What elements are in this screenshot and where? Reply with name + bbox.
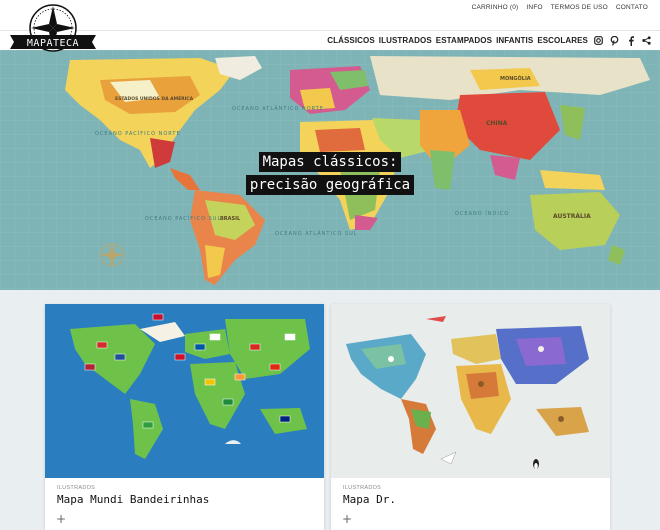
hero-banner[interactable]: OCEANO PACÍFICO NORTE OCEANO ATLÂNTICO N…: [0, 50, 660, 290]
contact-link[interactable]: CONTATO: [616, 4, 648, 11]
map-label: OCEANO ATLÂNTICO NORTE: [232, 105, 324, 112]
product-image[interactable]: [331, 304, 610, 478]
nav-estampados[interactable]: ESTAMPADOS: [436, 36, 492, 45]
product-category: ILUSTRADOS: [57, 485, 96, 491]
info-link[interactable]: INFO: [526, 4, 542, 11]
instagram-icon[interactable]: [593, 35, 604, 46]
hero-title: Mapas clássicos: precisão geográfica: [0, 152, 660, 198]
hero-title-line1: Mapas clássicos:: [258, 152, 402, 172]
product-name[interactable]: Mapa Mundi Bandeirinhas: [57, 493, 209, 506]
mapateca-logo[interactable]: MAPATECA: [6, 2, 100, 66]
logo-text: MAPATECA: [27, 38, 79, 49]
nav-infantis[interactable]: INFANTIS: [496, 36, 533, 45]
terms-link[interactable]: TERMOS DE USO: [551, 4, 608, 11]
map-label: BRASIL: [220, 216, 241, 222]
product-card[interactable]: ILUSTRADOS Mapa Dr. +: [331, 304, 610, 530]
map-label: OCEANO PACÍFICO NORTE: [95, 130, 181, 137]
pinterest-icon[interactable]: [609, 35, 620, 46]
utility-links: CARRINHO (0) INFO TERMOS DE USO CONTATO: [472, 4, 648, 11]
nav-ilustrados[interactable]: ILUSTRADOS: [379, 36, 432, 45]
hero-title-line2: precisão geográfica: [245, 175, 415, 195]
map-label: OCEANO ÍNDICO: [455, 210, 509, 217]
product-card[interactable]: ILUSTRADOS Mapa Mundi Bandeirinhas +: [45, 304, 324, 530]
map-label: CHINA: [486, 120, 508, 127]
product-grid: ILUSTRADOS Mapa Mundi Bandeirinhas + ILU…: [45, 304, 610, 530]
plus-icon[interactable]: +: [342, 512, 352, 526]
product-name[interactable]: Mapa Dr.: [343, 493, 396, 506]
nav-classicos[interactable]: CLÁSSICOS: [327, 36, 375, 45]
product-category: ILUSTRADOS: [343, 485, 382, 491]
plus-icon[interactable]: +: [56, 512, 66, 526]
social-links: [593, 35, 652, 46]
nav-escolares[interactable]: ESCOLARES: [537, 36, 588, 45]
facebook-icon[interactable]: [625, 35, 636, 46]
map-label: AUSTRÁLIA: [553, 213, 591, 220]
map-label: OCEANO ATLÂNTICO SUL: [275, 230, 358, 237]
product-image[interactable]: [45, 304, 324, 478]
cart-link[interactable]: CARRINHO (0): [472, 4, 519, 11]
map-label: MONGÓLIA: [500, 75, 531, 82]
map-label: OCEANO PACÍFICO SUL: [145, 215, 221, 222]
share-icon[interactable]: [641, 35, 652, 46]
